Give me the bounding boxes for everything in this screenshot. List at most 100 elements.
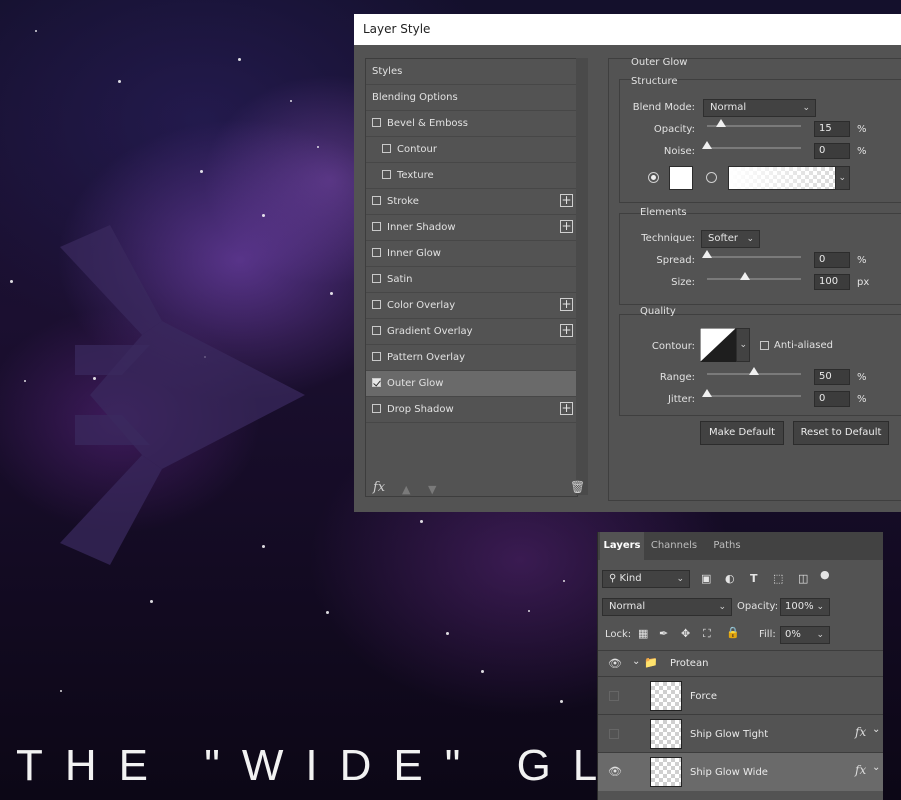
style-item-label: Color Overlay [387,300,456,311]
style-item-satin[interactable]: Satin [366,267,577,293]
gradient-radio[interactable] [706,172,717,183]
type-filter-icon[interactable]: T [750,572,758,585]
styles-list-scrollbar[interactable] [576,58,588,495]
contour-preview[interactable] [700,328,736,362]
trash-icon[interactable]: 🗑 [570,480,585,494]
visibility-toggle[interactable] [609,729,619,739]
tab-layers[interactable]: Layers [600,532,644,560]
style-item-bevel-emboss[interactable]: Bevel & Emboss [366,111,577,137]
spread-slider[interactable] [702,250,801,258]
add-style-icon[interactable]: + [560,402,573,415]
style-checkbox[interactable] [372,118,381,127]
style-item-drop-shadow[interactable]: Drop Shadow + [366,397,577,423]
gradient-dropdown[interactable]: ⌄ [835,166,850,190]
jitter-input[interactable]: 0 [814,391,850,407]
style-item-pattern-overlay[interactable]: Pattern Overlay [366,345,577,371]
layer-group-row[interactable]: 👁 ⌄ 📁 Protean [598,650,883,677]
style-item-stroke[interactable]: Stroke + [366,189,577,215]
tab-paths[interactable]: Paths [704,532,750,560]
add-style-icon[interactable]: + [560,220,573,233]
noise-input[interactable]: 0 [814,143,850,159]
style-checkbox[interactable] [372,222,381,231]
lock-artboard-icon[interactable]: ⛶ [703,627,711,641]
layer-row[interactable]: Ship Glow Tight fx ⌄ [598,714,883,753]
style-checkbox[interactable] [372,326,381,335]
range-input[interactable]: 50 [814,369,850,385]
lock-transparent-icon[interactable]: ▦ [638,627,648,640]
style-checkbox[interactable] [372,378,381,387]
glow-gradient-picker[interactable] [728,166,836,190]
style-checkbox[interactable] [372,196,381,205]
technique-dropdown[interactable]: Softer ⌄ [701,230,760,248]
blend-mode-dropdown[interactable]: Normal ⌄ [703,99,816,117]
shape-filter-icon[interactable]: ⬚ [773,572,783,585]
jitter-slider[interactable] [702,389,801,397]
opacity-slider-knob[interactable] [716,119,727,127]
style-checkbox[interactable] [372,352,381,361]
fx-icon[interactable]: fx [855,763,866,777]
style-item-contour[interactable]: Contour [366,137,577,163]
add-style-icon[interactable]: + [560,324,573,337]
eye-icon[interactable]: 👁 [608,765,622,778]
size-slider-knob[interactable] [739,272,750,280]
style-item-inner-shadow[interactable]: Inner Shadow + [366,215,577,241]
noise-slider-knob[interactable] [702,141,712,149]
size-input[interactable]: 100 [814,274,850,290]
spread-input[interactable]: 0 [814,252,850,268]
smart-object-filter-icon[interactable]: ◫ [798,572,808,585]
layer-row[interactable]: Force [598,676,883,715]
layer-row[interactable]: 👁 Ship Glow Wide fx ⌄ [598,752,883,791]
style-checkbox[interactable] [382,144,391,153]
style-item-color-overlay[interactable]: Color Overlay + [366,293,577,319]
arrow-up-icon[interactable]: ▲ [402,483,410,496]
style-checkbox[interactable] [372,404,381,413]
filter-toggle-icon[interactable]: ● [820,568,830,581]
make-default-button[interactable]: Make Default [700,421,784,445]
solid-color-radio[interactable] [648,172,659,183]
style-checkbox[interactable] [372,274,381,283]
fx-icon[interactable]: fx [373,480,385,495]
opacity-input[interactable]: 15 [814,121,850,137]
contour-dropdown[interactable]: ⌄ [736,328,750,362]
arrow-down-icon[interactable]: ▼ [428,483,436,496]
dialog-titlebar[interactable]: Layer Style [354,14,901,45]
style-item-texture[interactable]: Texture [366,163,577,189]
visibility-toggle[interactable] [609,691,619,701]
layer-opacity-input[interactable]: 100% ⌄ [780,598,830,616]
blend-mode-dropdown[interactable]: Normal ⌄ [602,598,732,616]
glow-color-swatch[interactable] [669,166,693,190]
style-checkbox[interactable] [382,170,391,179]
lock-all-icon[interactable]: 🔒 [726,626,740,639]
style-item-styles[interactable]: Styles [366,59,577,85]
adjustment-filter-icon[interactable]: ◐ [725,572,735,585]
style-checkbox[interactable] [372,300,381,309]
size-slider[interactable] [707,272,801,280]
lock-brush-icon[interactable]: ✒ [659,627,668,640]
noise-slider[interactable] [702,141,801,149]
eye-icon[interactable]: 👁 [608,657,622,670]
filter-kind-dropdown[interactable]: ⚲ Kind ⌄ [602,570,690,588]
jitter-slider-knob[interactable] [702,389,712,397]
tab-channels[interactable]: Channels [646,532,702,560]
lock-move-icon[interactable]: ✥ [681,627,690,640]
add-style-icon[interactable]: + [560,194,573,207]
style-item-blending-options[interactable]: Blending Options [366,85,577,111]
style-item-gradient-overlay[interactable]: Gradient Overlay + [366,319,577,345]
group-name: Protean [670,658,709,669]
fill-input[interactable]: 0% ⌄ [780,626,830,644]
add-style-icon[interactable]: + [560,298,573,311]
anti-aliased-checkbox[interactable] [760,341,769,350]
chevron-down-icon[interactable]: ⌄ [872,724,880,735]
chevron-down-icon[interactable]: ⌄ [632,656,640,667]
style-checkbox[interactable] [372,248,381,257]
reset-to-default-button[interactable]: Reset to Default [793,421,889,445]
range-slider[interactable] [707,367,801,375]
pixel-filter-icon[interactable]: ▣ [701,572,711,585]
spread-slider-knob[interactable] [702,250,712,258]
chevron-down-icon[interactable]: ⌄ [872,762,880,773]
style-item-outer-glow[interactable]: Outer Glow [366,371,577,397]
style-item-inner-glow[interactable]: Inner Glow [366,241,577,267]
opacity-slider[interactable] [707,119,801,127]
fx-icon[interactable]: fx [855,725,866,739]
range-slider-knob[interactable] [749,367,759,375]
